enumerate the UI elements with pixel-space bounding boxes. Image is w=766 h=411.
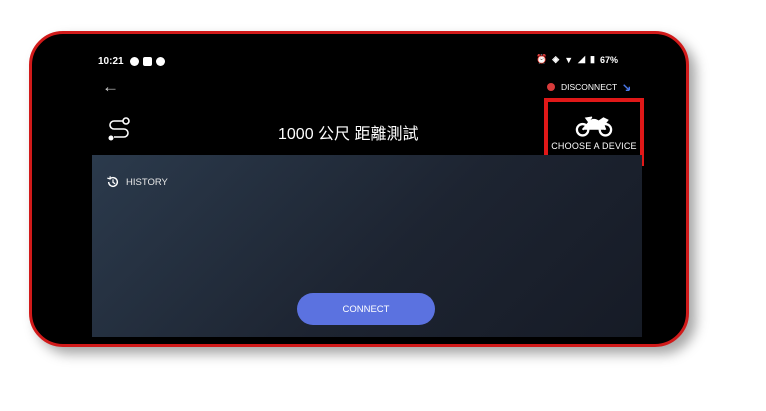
notification-icon xyxy=(142,56,152,66)
route-icon[interactable] xyxy=(106,116,132,142)
notification-icon xyxy=(155,56,165,66)
app-screen: 10:21 ⏰ ◈ ▼ ◢ ▮ 67% ← DISCONNECT 1000 公尺… xyxy=(92,34,652,344)
status-indicators: ⏰ ◈ ▼ ◢ ▮ 67% xyxy=(536,54,618,65)
notification-icon xyxy=(129,56,139,66)
motorcycle-icon xyxy=(575,116,613,137)
wifi-icon: ▼ xyxy=(564,54,574,65)
status-dot-icon xyxy=(547,83,555,91)
connection-status: DISCONNECT xyxy=(547,82,631,92)
connect-button[interactable]: CONNECT xyxy=(297,293,435,325)
main-panel: HISTORY CONNECT xyxy=(92,155,642,337)
status-bar: 10:21 ⏰ ◈ ▼ ◢ ▮ 67% xyxy=(98,54,628,68)
battery-percent: 67% xyxy=(599,54,618,65)
history-link[interactable]: HISTORY xyxy=(106,175,168,189)
status-time: 10:21 xyxy=(98,55,124,67)
choose-device-label: CHOOSE A DEVICE xyxy=(551,141,637,151)
page-title: 1000 公尺 距離測試 xyxy=(278,126,419,143)
bluetooth-icon xyxy=(623,83,631,91)
signal-icon: ◢ xyxy=(578,54,586,64)
back-arrow-icon[interactable]: ← xyxy=(102,78,119,95)
alarm-icon: ⏰ xyxy=(536,54,548,64)
phone-frame: 10:21 ⏰ ◈ ▼ ◢ ▮ 67% ← DISCONNECT 1000 公尺… xyxy=(29,31,689,347)
history-icon xyxy=(107,176,119,188)
history-label: HISTORY xyxy=(126,176,168,188)
battery-icon: ▮ xyxy=(590,54,595,64)
connection-status-label: DISCONNECT xyxy=(561,82,618,92)
vibrate-icon: ◈ xyxy=(552,54,560,64)
